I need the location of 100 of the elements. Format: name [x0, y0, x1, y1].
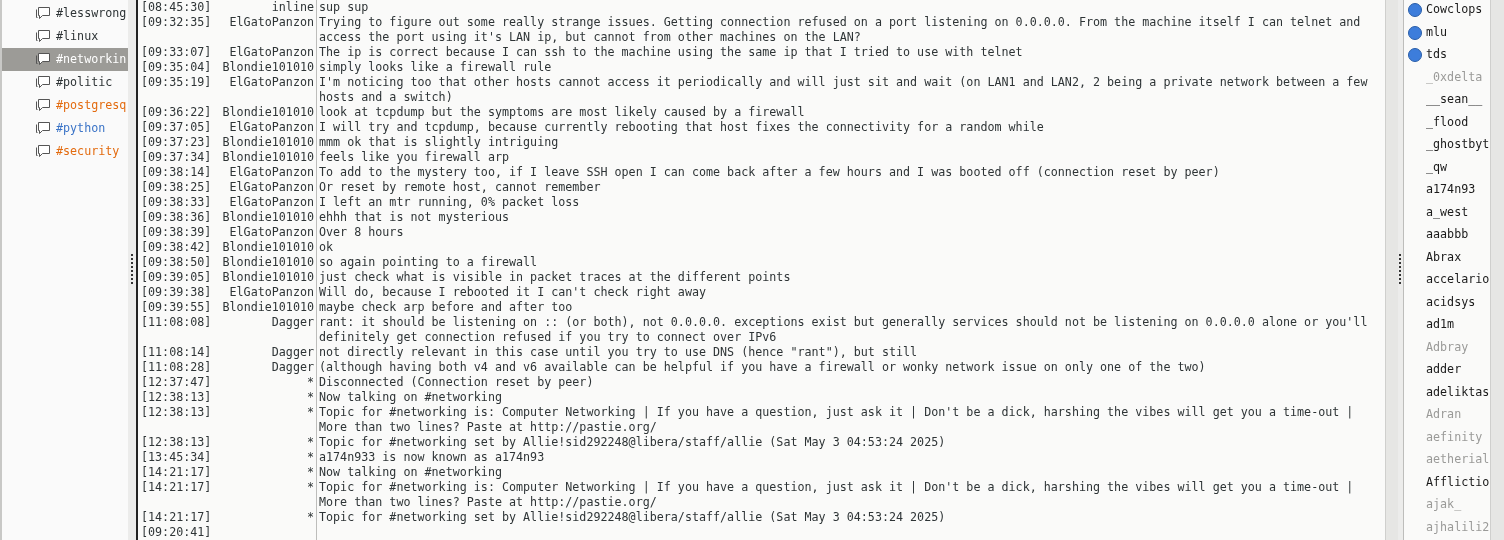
- timestamp: [14:21:17]: [140, 465, 213, 480]
- timestamp: [11:08:08]: [140, 315, 213, 331]
- nickname: *: [305, 390, 315, 405]
- user-item[interactable]: ad1m: [1404, 314, 1490, 337]
- timestamp: [08:45:30]: [140, 0, 213, 15]
- message-text: Now talking on #networking: [319, 465, 503, 480]
- nickname: ElGatoPanzon: [228, 15, 315, 31]
- nickname: inline: [270, 0, 315, 15]
- user-item[interactable]: acidsys: [1404, 291, 1490, 314]
- message-text: Or reset by remote host, cannot remember: [319, 180, 602, 195]
- timestamp: [09:37:34]: [140, 150, 213, 165]
- user-item[interactable]: a174n93: [1404, 179, 1490, 202]
- nickname: Blondie101010: [221, 255, 315, 270]
- nickname: *: [305, 375, 315, 390]
- chat-bubble-icon: [35, 29, 51, 44]
- user-item[interactable]: Afflictio: [1404, 471, 1490, 494]
- message-text: ok: [319, 240, 335, 255]
- chat-bubble-icon: [35, 52, 51, 67]
- user-item[interactable]: mlu: [1404, 21, 1490, 44]
- user-item[interactable]: _qw: [1404, 156, 1490, 179]
- timestamp: [09:20:41]: [140, 525, 213, 540]
- timestamp: [09:38:14]: [140, 165, 213, 180]
- message-text: look at tcpdump but the symptoms are most likely caused by a firewall: [319, 105, 806, 120]
- user-item[interactable]: __sean__: [1404, 89, 1490, 112]
- timestamp: [09:38:50]: [140, 255, 213, 270]
- timestamp: [09:39:38]: [140, 285, 213, 300]
- chat-bubble-icon: [35, 75, 51, 90]
- timestamp: [09:38:25]: [140, 180, 213, 195]
- channel-item[interactable]: #politic: [2, 71, 128, 94]
- message-text: I will try and tcpdump, because currently rebooting that host fixes the connectivity for a random while: [319, 120, 1045, 135]
- user-item[interactable]: a_west: [1404, 201, 1490, 224]
- message-text: mmm ok that is slightly intriguing: [319, 135, 560, 150]
- message-text: maybe check arp before and after too: [319, 300, 574, 315]
- user-item[interactable]: adeliktas: [1404, 381, 1490, 404]
- nickname: Dagger: [270, 345, 315, 360]
- message-text: so again pointing to a firewall: [319, 255, 539, 270]
- nickname: *: [305, 480, 315, 496]
- timestamp: [09:32:35]: [140, 15, 213, 31]
- user-item[interactable]: tds: [1404, 44, 1490, 67]
- nickname: ElGatoPanzon: [228, 225, 315, 240]
- user-item[interactable]: accelario: [1404, 269, 1490, 292]
- message-text: Trying to figure out some really strange issues. Getting connection refused on a port listening on 0.0.0.0. From the machine itself I can telnet and access the port using it's LAN ip, but cannot from other machines on the LAN?: [319, 15, 1362, 45]
- user-item[interactable]: adder: [1404, 359, 1490, 382]
- user-item[interactable]: _flood: [1404, 111, 1490, 134]
- nickname: ElGatoPanzon: [228, 165, 315, 180]
- message-text: I'm noticing too that other hosts cannot access it periodically and will just sit and wait (on LAN1 and LAN2, 2 being a private network between a few hosts and a switch): [319, 75, 1369, 105]
- timestamp: [09:39:05]: [140, 270, 213, 285]
- message-text: I left an mtr running, 0% packet loss: [319, 195, 581, 210]
- scrollbar[interactable]: [1385, 0, 1398, 540]
- timestamp: [09:38:33]: [140, 195, 213, 210]
- timestamp: [09:33:07]: [140, 45, 213, 60]
- message-text: simply looks like a firewall rule: [319, 60, 553, 75]
- message-text: not directly relevant in this case until you try to use DNS (hence "rant"), but still: [319, 345, 919, 360]
- message-text: just check what is visible in packet traces at the different points: [319, 270, 792, 285]
- message-text: Disconnected (Connection reset by peer): [319, 375, 595, 390]
- timestamp: [12:37:47]: [140, 375, 213, 390]
- user-item[interactable]: Abrax: [1404, 246, 1490, 269]
- message-text: Now talking on #networking: [319, 390, 503, 405]
- nickname: ElGatoPanzon: [228, 120, 315, 135]
- nickname: ElGatoPanzon: [228, 180, 315, 195]
- nickname: *: [305, 435, 315, 450]
- timestamp: [12:38:13]: [140, 435, 213, 450]
- message-text: sup sup: [319, 0, 370, 15]
- timestamp: [12:38:13]: [140, 405, 213, 421]
- scrollbar[interactable]: [1490, 0, 1504, 540]
- timestamp: [09:36:22]: [140, 105, 213, 120]
- chat-bubble-icon: [35, 98, 51, 113]
- channel-item[interactable]: #lesswrong: [2, 2, 128, 25]
- timestamp: [09:37:05]: [140, 120, 213, 135]
- channel-item[interactable]: #python: [2, 117, 128, 140]
- message-text: Over 8 hours: [319, 225, 405, 240]
- splitter-grip-icon[interactable]: [130, 253, 134, 287]
- nickname: Blondie101010: [221, 135, 315, 150]
- chat-bubble-icon: [35, 121, 51, 136]
- nickname: Blondie101010: [221, 240, 315, 255]
- nickname: ElGatoPanzon: [228, 195, 315, 210]
- timestamp: [11:08:14]: [140, 345, 213, 360]
- nickname: Dagger: [270, 360, 315, 375]
- timestamp: [09:38:42]: [140, 240, 213, 255]
- user-item[interactable]: aaabbb: [1404, 224, 1490, 247]
- nickname: Dagger: [270, 315, 315, 331]
- nickname: Blondie101010: [221, 105, 315, 120]
- channel-item[interactable]: #linux: [2, 25, 128, 48]
- user-item[interactable]: _ghostbyt: [1404, 134, 1490, 157]
- nickname: ElGatoPanzon: [228, 45, 315, 60]
- nickname: *: [305, 510, 315, 525]
- nickname: Blondie101010: [221, 210, 315, 225]
- user-item[interactable]: Cowclops: [1404, 0, 1490, 22]
- timestamp: [14:21:17]: [140, 480, 213, 496]
- message-text: feels like you firewall arp: [319, 150, 510, 165]
- nickname: Blondie101010: [221, 150, 315, 165]
- nickname: ElGatoPanzon: [228, 285, 315, 300]
- nickname: Blondie101010: [221, 270, 315, 285]
- message-text: Topic for #networking is: Computer Networking | If you have a question, just ask it | Don't be a dick, harshing the vibes will get you a time-out | More than two lines? Paste at http://pastie.org/: [319, 405, 1355, 435]
- nickname: *: [305, 450, 315, 465]
- timestamp: [09:39:55]: [140, 300, 213, 315]
- timestamp: [13:45:34]: [140, 450, 213, 465]
- nickname: Blondie101010: [221, 300, 315, 315]
- splitter-grip-icon[interactable]: [1399, 253, 1402, 287]
- timestamp: [09:35:04]: [140, 60, 213, 75]
